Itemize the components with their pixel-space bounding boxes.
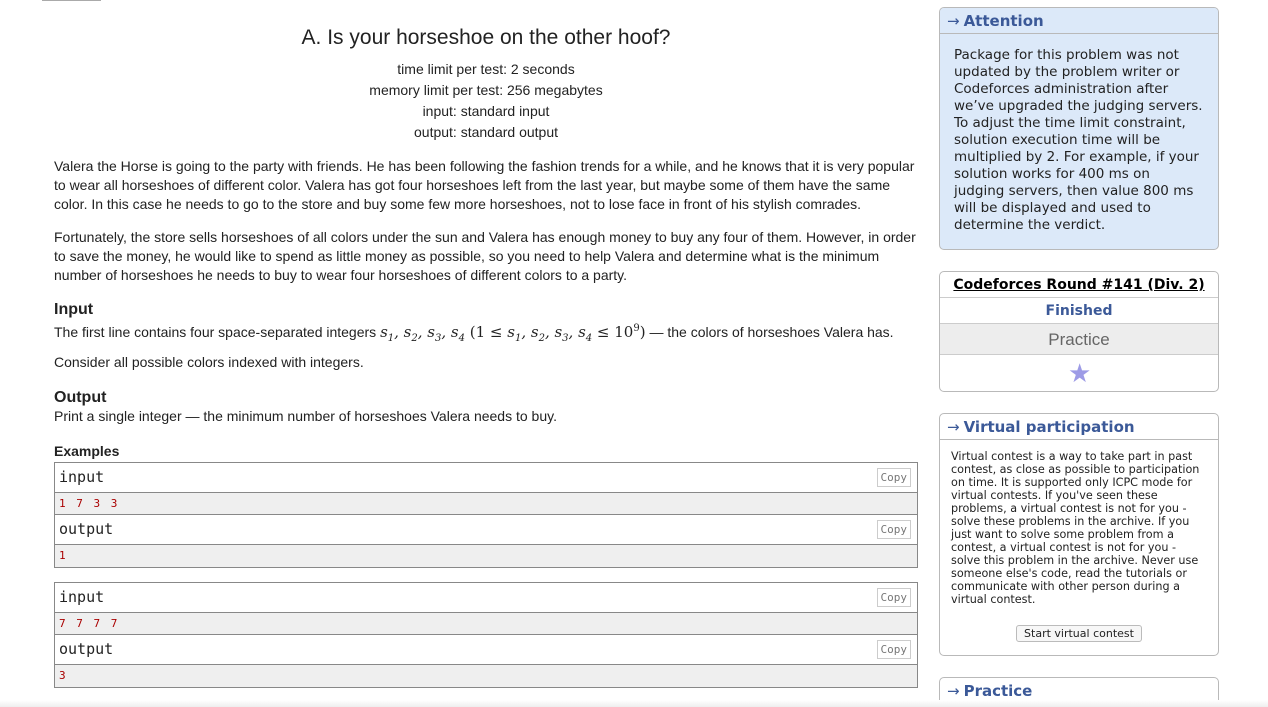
input-section-title: Input — [54, 301, 94, 318]
top-divider — [42, 0, 101, 1]
output-spec: Print a single integer — the minimum num… — [54, 408, 557, 424]
output-file: output: standard output — [414, 124, 558, 140]
practice-caption-text: Practice — [963, 682, 1033, 700]
time-limit: time limit per test: 2 seconds — [397, 61, 575, 77]
virtual-button-wrap: Start virtual contest — [940, 624, 1218, 642]
copy-output-button[interactable]: Copy — [876, 520, 911, 539]
attention-text: Package for this problem was not updated… — [954, 47, 1203, 233]
example-output-label: output — [59, 640, 114, 658]
copy-output-button[interactable]: Copy — [876, 640, 911, 659]
example-input-label: input — [59, 588, 105, 606]
attention-caption: → Attention — [940, 8, 1218, 34]
start-virtual-contest-button[interactable]: Start virtual contest — [1016, 625, 1142, 642]
input-spec-tail: — the colors of horseshoes Valera has. — [649, 324, 894, 340]
example-output-text: 3 — [59, 669, 68, 682]
problem-title: A. Is your horseshoe on the other hoof? — [301, 26, 671, 49]
example-input-value[interactable]: 7 7 7 7 — [55, 613, 917, 635]
example-input-text: 1 7 3 3 — [59, 497, 120, 510]
arrow-right-icon: → — [947, 12, 960, 30]
example-input-header: input Copy — [55, 463, 917, 493]
example-output-header: output Copy — [55, 515, 917, 545]
input-spec-text: The first line contains four space-separ… — [54, 324, 377, 340]
output-section-title: Output — [54, 389, 107, 406]
copy-input-button[interactable]: Copy — [876, 588, 911, 607]
contest-status: Finished — [940, 298, 1218, 324]
copy-input-button[interactable]: Copy — [876, 468, 911, 487]
example-input-label: input — [59, 468, 105, 486]
arrow-right-icon: → — [947, 418, 960, 436]
statement-paragraph-2: Fortunately, the store sells horseshoes … — [54, 229, 916, 283]
example-output-value[interactable]: 1 — [55, 545, 917, 567]
input-file: input: standard input — [422, 103, 550, 119]
example-output-label: output — [59, 520, 114, 538]
virtual-participation-box: → Virtual participation Virtual contest i… — [939, 413, 1219, 656]
virtual-caption-text: Virtual participation — [963, 418, 1135, 436]
virtual-caption: → Virtual participation — [940, 414, 1218, 440]
input-spec: The first line contains four space-separ… — [54, 318, 918, 350]
example-input-header: input Copy — [55, 583, 917, 613]
bottom-shadow — [0, 700, 1268, 707]
example-input-text: 7 7 7 7 — [59, 617, 120, 630]
input-note: Consider all possible colors indexed wit… — [54, 354, 364, 370]
example-1: input Copy 1 7 3 3 output Copy 1 — [54, 462, 918, 568]
examples-title: Examples — [54, 443, 120, 459]
virtual-text: Virtual contest is a way to take part in… — [951, 450, 1200, 606]
statement-paragraph-1: Valera the Horse is going to the party w… — [54, 158, 915, 212]
favourite-row: ★ — [940, 355, 1218, 391]
example-2: input Copy 7 7 7 7 output Copy 3 — [54, 582, 918, 688]
example-output-text: 1 — [59, 549, 68, 562]
arrow-right-icon: → — [947, 682, 960, 700]
attention-box: → Attention Package for this problem was … — [939, 7, 1219, 250]
contest-info-box: Codeforces Round #141 (Div. 2) Finished … — [939, 271, 1219, 392]
example-output-value[interactable]: 3 — [55, 665, 917, 687]
attention-caption-text: Attention — [963, 12, 1044, 30]
input-constraints-formula: s1, s2, s3, s4 (1 ≤ s1, s2, s3, s4 ≤ 109… — [380, 323, 646, 344]
example-output-header: output Copy — [55, 635, 917, 665]
example-input-value[interactable]: 1 7 3 3 — [55, 493, 917, 515]
contest-practice-link[interactable]: Practice — [940, 324, 1218, 355]
star-icon[interactable]: ★ — [1068, 360, 1091, 386]
memory-limit: memory limit per test: 256 megabytes — [369, 82, 603, 98]
contest-name-link[interactable]: Codeforces Round #141 (Div. 2) — [940, 272, 1218, 298]
